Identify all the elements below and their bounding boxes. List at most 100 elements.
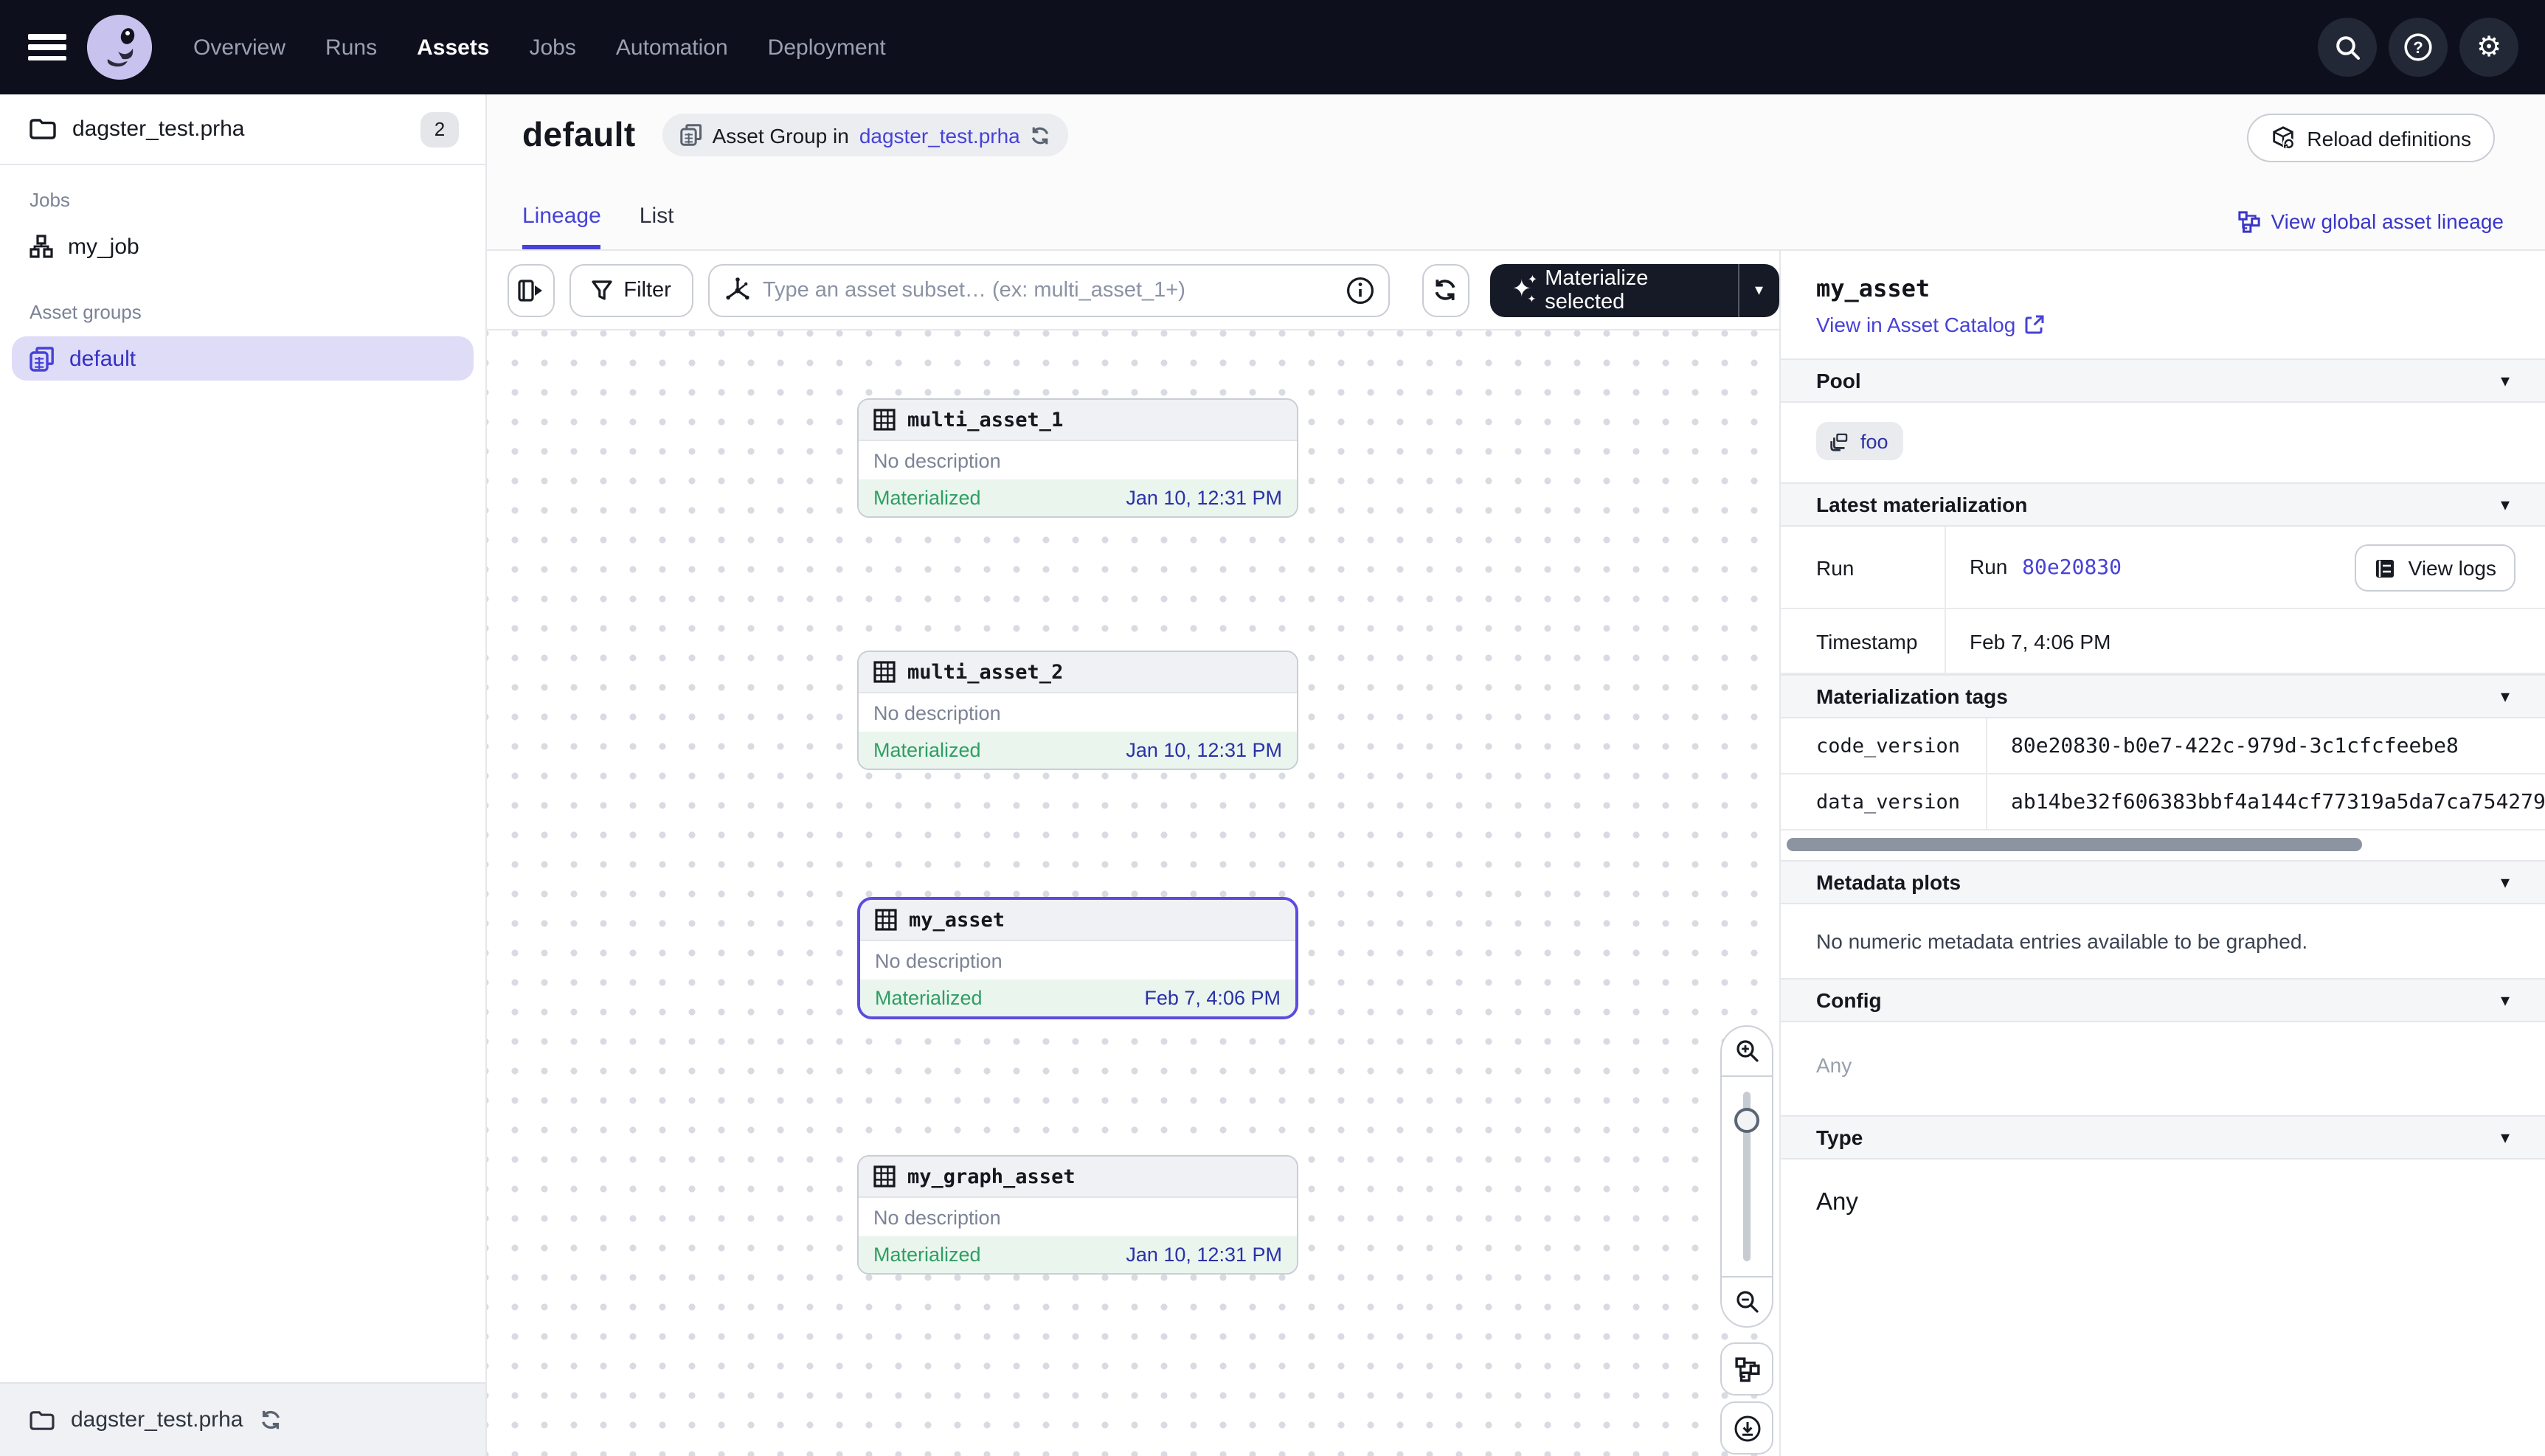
asset-timestamp[interactable]: Jan 10, 12:31 PM — [1126, 1244, 1282, 1266]
tab-list[interactable]: List — [640, 204, 674, 249]
filter-label: Filter — [623, 278, 671, 302]
asset-timestamp[interactable]: Jan 10, 12:31 PM — [1126, 739, 1282, 761]
asset-subset-search — [708, 263, 1390, 316]
filter-button[interactable]: Filter — [569, 263, 693, 316]
gear-icon: ⚙ — [2476, 33, 2501, 61]
asset-node-multi-asset-1[interactable]: multi_asset_1 No description Materialize… — [857, 398, 1298, 518]
pool-tag-label: foo — [1860, 430, 1888, 452]
asset-group-icon — [680, 124, 702, 146]
table-row: data_version ab14be32f606383bbf4a144cf77… — [1781, 774, 2545, 831]
job-icon — [30, 235, 53, 258]
dagster-logo-icon[interactable] — [87, 15, 152, 80]
table-icon — [873, 661, 896, 683]
caret-down-icon: ▾ — [2501, 370, 2510, 391]
repo-row[interactable]: dagster_test.prha 2 — [0, 94, 485, 165]
zoom-out-icon — [1734, 1289, 1759, 1314]
relayout-graph-button[interactable] — [1720, 1342, 1773, 1396]
info-icon[interactable] — [1346, 275, 1375, 305]
collapse-sidebar-button[interactable] — [508, 263, 554, 316]
refresh-icon — [1433, 277, 1458, 302]
asset-status: Materialized — [875, 987, 983, 1009]
sidebar-item-default-group[interactable]: default — [12, 336, 474, 381]
asset-node-multi-asset-2[interactable]: multi_asset_2 No description Materialize… — [857, 651, 1298, 770]
folder-icon — [30, 1410, 55, 1430]
run-row-label: Run — [1781, 527, 1946, 608]
nav-item-deployment[interactable]: Deployment — [768, 35, 886, 60]
section-header-materialization-tags[interactable]: Materialization tags ▾ — [1781, 674, 2545, 718]
reload-box-icon — [2270, 125, 2295, 150]
section-header-latest-materialization[interactable]: Latest materialization ▾ — [1781, 482, 2545, 527]
nav-item-runs[interactable]: Runs — [325, 35, 377, 60]
zoom-out-button[interactable] — [1722, 1276, 1772, 1326]
nav-item-automation[interactable]: Automation — [616, 35, 728, 60]
asset-description: No description — [859, 1198, 1297, 1236]
metadata-empty-message: No numeric metadata entries available to… — [1781, 904, 2545, 978]
materialization-tags-table: code_version 80e20830-b0e7-422c-979d-3c1… — [1781, 718, 2545, 851]
asset-name: my_graph_asset — [907, 1165, 1076, 1188]
materialize-dropdown-button[interactable]: ▾ — [1737, 263, 1779, 316]
sidebar-item-my-job[interactable]: my_job — [0, 224, 485, 268]
refresh-icon[interactable] — [260, 1409, 282, 1431]
section-title: Pool — [1816, 369, 1861, 392]
table-icon — [875, 909, 897, 931]
funnel-icon — [591, 280, 612, 300]
dagster-app: Overview Runs Assets Jobs Automation Dep… — [0, 0, 2545, 1456]
reload-definitions-label: Reload definitions — [2307, 126, 2471, 150]
section-header-type[interactable]: Type ▾ — [1781, 1115, 2545, 1159]
materialize-selected-button: ✦✦✦ Materialize selected ▾ — [1489, 263, 1779, 316]
table-row: code_version 80e20830-b0e7-422c-979d-3c1… — [1781, 718, 2545, 774]
asset-name: multi_asset_2 — [907, 660, 1063, 684]
refresh-icon[interactable] — [1031, 125, 1051, 145]
zoom-in-button[interactable] — [1722, 1027, 1772, 1077]
hamburger-menu-icon[interactable] — [28, 34, 66, 60]
sidebar-footer-repo[interactable]: dagster_test.prha — [0, 1382, 485, 1456]
section-title: Latest materialization — [1816, 493, 2027, 516]
horizontal-scrollbar[interactable] — [1787, 838, 2362, 851]
section-header-pool[interactable]: Pool ▾ — [1781, 358, 2545, 403]
asset-node-my-asset[interactable]: my_asset No description MaterializedFeb … — [857, 897, 1298, 1019]
search-button[interactable] — [2318, 18, 2377, 77]
chip-repo-link[interactable]: dagster_test.prha — [859, 123, 1020, 147]
tag-key: code_version — [1781, 718, 1987, 773]
asset-group-icon — [30, 346, 55, 371]
run-text: Run — [1970, 555, 2007, 578]
asset-timestamp[interactable]: Feb 7, 4:06 PM — [1144, 987, 1281, 1009]
global-lineage-label: View global asset lineage — [2271, 209, 2504, 233]
section-header-config[interactable]: Config ▾ — [1781, 978, 2545, 1022]
caret-down-icon: ▾ — [2501, 494, 2510, 515]
view-logs-button[interactable]: View logs — [2355, 544, 2515, 592]
asset-subset-input[interactable] — [708, 263, 1390, 316]
section-header-metadata-plots[interactable]: Metadata plots ▾ — [1781, 860, 2545, 904]
materialize-selected-main[interactable]: ✦✦✦ Materialize selected — [1489, 263, 1737, 316]
refresh-graph-button[interactable] — [1422, 263, 1469, 316]
nav-item-jobs[interactable]: Jobs — [530, 35, 576, 60]
asset-timestamp[interactable]: Jan 10, 12:31 PM — [1126, 487, 1282, 509]
asset-description: No description — [859, 693, 1297, 732]
tab-lineage[interactable]: Lineage — [522, 204, 601, 249]
view-in-asset-catalog-link[interactable]: View in Asset Catalog — [1816, 313, 2510, 336]
page-title: default — [522, 115, 636, 155]
help-button[interactable]: ? — [2389, 18, 2448, 77]
search-icon — [2333, 33, 2361, 61]
section-title: Type — [1816, 1126, 1863, 1149]
view-global-asset-lineage-link[interactable]: View global asset lineage — [2239, 209, 2504, 233]
jobs-section-label: Jobs — [30, 189, 485, 211]
question-icon: ? — [2403, 32, 2433, 62]
asset-detail-panel: my_asset View in Asset Catalog Pool ▾ fo… — [1779, 251, 2545, 1456]
run-id-link[interactable]: 80e20830 — [2022, 556, 2122, 580]
reload-definitions-button[interactable]: Reload definitions — [2246, 114, 2495, 162]
settings-button[interactable]: ⚙ — [2459, 18, 2518, 77]
nav-item-overview[interactable]: Overview — [193, 35, 285, 60]
asset-node-my-graph-asset[interactable]: my_graph_asset No description Materializ… — [857, 1155, 1298, 1275]
tag-value: 80e20830-b0e7-422c-979d-3c1cfcfeebe8 — [1987, 734, 2459, 758]
materialize-selected-label: Materialize selected — [1545, 266, 1715, 313]
nav-item-assets[interactable]: Assets — [417, 35, 489, 60]
lineage-toolbar: Filter ✦✦✦ Materialize selected ▾ — [487, 251, 1779, 330]
download-image-button[interactable] — [1720, 1401, 1773, 1455]
sidebar-item-label: my_job — [68, 234, 139, 259]
folder-icon — [30, 118, 56, 140]
external-link-icon — [2024, 314, 2045, 335]
timestamp-row-label: Timestamp — [1781, 609, 1946, 673]
zoom-slider-thumb[interactable] — [1734, 1108, 1759, 1133]
pool-tag[interactable]: foo — [1816, 422, 1903, 460]
